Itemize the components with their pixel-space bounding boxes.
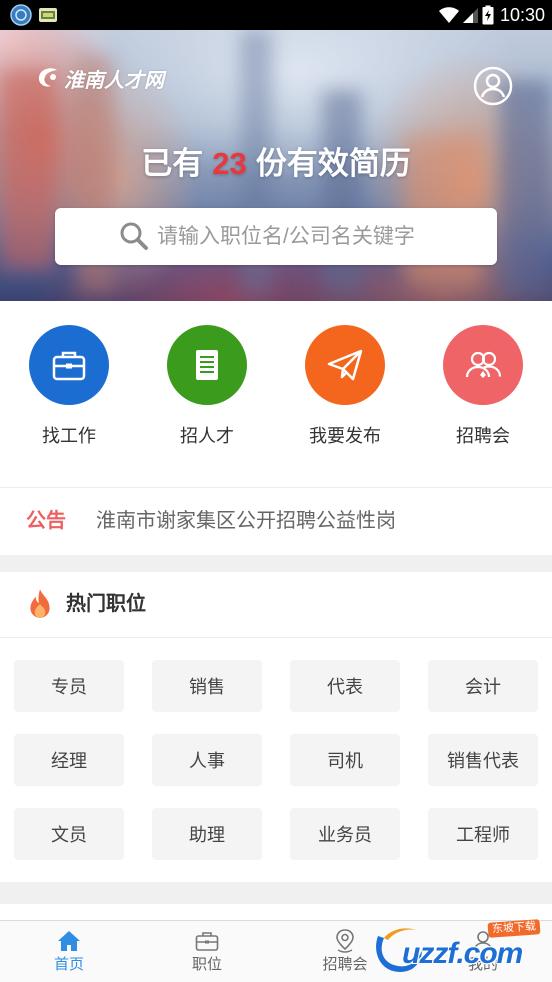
bottom-nav: 首页 职位 招聘会 我的	[0, 920, 552, 982]
nav-job-fair[interactable]: 招聘会	[276, 921, 414, 982]
location-pin-icon	[333, 929, 357, 953]
search-icon	[119, 221, 149, 251]
feature-hire-talent[interactable]: 招人才	[138, 301, 276, 487]
feature-shortcuts: 找工作 招人才 我要发布 招聘会	[0, 301, 552, 488]
logo-swirl-icon	[36, 66, 62, 90]
home-icon	[57, 929, 81, 953]
notice-text: 淮南市谢家集区公开招聘公益性岗	[96, 510, 396, 532]
briefcase-icon	[52, 351, 86, 381]
feature-icon-circle	[167, 325, 247, 405]
feature-label: 找工作	[42, 426, 96, 446]
nav-jobs[interactable]: 职位	[138, 921, 276, 982]
battery-charging-icon	[482, 0, 494, 30]
image-notification-icon	[38, 0, 58, 30]
notice-tag: 公告	[26, 510, 66, 532]
briefcase-icon	[195, 929, 219, 953]
feature-icon-circle	[29, 325, 109, 405]
nav-label: 职位	[191, 956, 222, 973]
hot-job-tag[interactable]: 人事	[152, 734, 262, 786]
search-bar[interactable]	[55, 208, 497, 265]
document-list-icon	[196, 350, 218, 380]
feature-post[interactable]: 我要发布	[276, 301, 414, 487]
feature-label: 招人才	[180, 426, 234, 446]
hot-job-tag[interactable]: 销售代表	[428, 734, 538, 786]
notice-bar[interactable]: 公告 淮南市谢家集区公开招聘公益性岗	[0, 488, 552, 555]
people-icon	[465, 351, 502, 378]
nav-label: 我的	[467, 956, 498, 973]
hot-jobs-header: 热门职位	[0, 572, 552, 638]
nav-home[interactable]: 首页	[0, 921, 138, 982]
user-icon	[471, 929, 495, 953]
section-divider	[0, 882, 552, 904]
hot-job-tag[interactable]: 文员	[14, 808, 124, 860]
resume-count-headline: 已有 23 份有效简历	[0, 142, 552, 186]
headline-prefix: 已有	[141, 146, 204, 181]
hot-job-tag[interactable]: 会计	[428, 660, 538, 712]
status-time: 10:30	[500, 4, 546, 25]
hot-job-tag[interactable]: 代表	[290, 660, 400, 712]
user-profile-button[interactable]	[473, 66, 513, 106]
site-logo: 淮南人才网	[36, 64, 164, 92]
nav-label: 首页	[53, 956, 84, 973]
feature-job-fair[interactable]: 招聘会	[414, 301, 552, 487]
user-circle-icon	[473, 66, 513, 106]
wifi-icon	[438, 0, 460, 30]
feature-icon-circle	[305, 325, 385, 405]
headline-suffix: 份有效简历	[255, 146, 411, 181]
fire-icon	[26, 588, 54, 620]
hot-job-tag[interactable]: 专员	[14, 660, 124, 712]
feature-icon-circle	[443, 325, 523, 405]
hot-job-tag[interactable]: 销售	[152, 660, 262, 712]
status-bar: 10:30	[0, 0, 552, 30]
signal-icon	[463, 0, 479, 30]
paper-plane-icon	[327, 349, 363, 381]
feature-label: 招聘会	[456, 426, 510, 446]
nav-me[interactable]: 我的	[414, 921, 552, 982]
app-notification-icon	[10, 0, 32, 30]
app-screen: 10:30 淮南人才网 已有 23 份有效简历 请输入职位名/公司名关键字 找工…	[0, 0, 552, 982]
hero-banner: 淮南人才网 已有 23 份有效简历	[0, 30, 552, 301]
logo-text: 淮南人才网	[64, 69, 164, 92]
feature-label: 我要发布	[309, 426, 381, 446]
search-input[interactable]	[157, 208, 487, 265]
hot-job-tag[interactable]: 经理	[14, 734, 124, 786]
hot-jobs-title: 热门职位	[66, 593, 146, 615]
hot-job-tag[interactable]: 助理	[152, 808, 262, 860]
section-divider	[0, 555, 552, 572]
feature-find-job[interactable]: 找工作	[0, 301, 138, 487]
hot-jobs-grid: 专员 销售 代表 会计 经理 人事 司机 销售代表 文员 助理 业务员 工程师	[14, 660, 538, 860]
hot-job-tag[interactable]: 工程师	[428, 808, 538, 860]
hot-job-tag[interactable]: 业务员	[290, 808, 400, 860]
nav-label: 招聘会	[322, 956, 368, 973]
resume-count: 23	[212, 146, 247, 181]
hot-job-tag[interactable]: 司机	[290, 734, 400, 786]
